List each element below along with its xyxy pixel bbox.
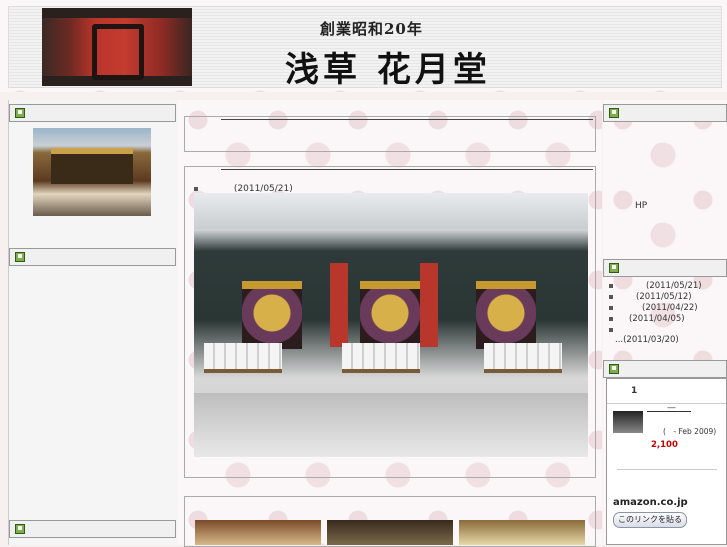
- site-logo-title[interactable]: 浅草 花月堂: [285, 42, 491, 91]
- entry-title-panel: [184, 116, 596, 152]
- food-thumbnail[interactable]: [459, 520, 585, 545]
- sidebar-box-header: [9, 248, 176, 266]
- product-price: 2,100: [651, 440, 678, 450]
- amazon-rank: 1: [631, 386, 638, 396]
- product-date: ( - Feb 2009): [663, 427, 717, 436]
- left-sidebar: [8, 100, 179, 545]
- lantern-image: [42, 8, 192, 86]
- shop-photo[interactable]: [33, 128, 151, 216]
- sidebar-box-header: [9, 104, 176, 122]
- sidebar-box-header: [603, 259, 727, 277]
- product-image[interactable]: [613, 411, 643, 433]
- archive-item[interactable]: [609, 325, 616, 335]
- archive-item[interactable]: (2011/04/05): [609, 314, 685, 324]
- right-sidebar: HP (2011/05/21) (2011/05/12) (2011/04/22…: [603, 100, 727, 545]
- edit-icon[interactable]: [609, 263, 619, 273]
- amazon-widget: 1 — ( - Feb 2009) 2,100 amazon.co.jp このリ…: [606, 378, 727, 545]
- founding-subtitle: 創業昭和20年: [320, 20, 423, 38]
- sidebar-box-header: [603, 360, 727, 378]
- archive-item[interactable]: (2011/04/22): [609, 303, 698, 313]
- main-content: (2011/05/21): [178, 100, 602, 547]
- amazon-logo[interactable]: amazon.co.jp: [613, 497, 688, 508]
- mikoshi-photo[interactable]: [194, 193, 588, 457]
- archive-item[interactable]: (2011/05/21): [609, 281, 702, 291]
- edit-icon[interactable]: [15, 524, 25, 534]
- sidebar-box-header: [603, 104, 727, 122]
- edit-icon[interactable]: [15, 108, 25, 118]
- edit-icon[interactable]: [15, 252, 25, 262]
- food-thumbnail[interactable]: [327, 520, 453, 545]
- sidebar-box-header: [9, 520, 176, 538]
- site-header: 創業昭和20年 浅草 花月堂: [0, 0, 727, 92]
- homepage-link[interactable]: HP: [635, 201, 647, 211]
- archive-item[interactable]: (2011/05/12): [609, 292, 692, 302]
- edit-icon[interactable]: [609, 364, 619, 374]
- food-thumbnail[interactable]: [195, 520, 321, 545]
- share-link-button[interactable]: このリンクを貼る: [613, 512, 687, 528]
- archive-item[interactable]: ...(2011/03/20): [615, 335, 679, 345]
- edit-icon[interactable]: [609, 108, 619, 118]
- product-title[interactable]: —: [667, 403, 676, 413]
